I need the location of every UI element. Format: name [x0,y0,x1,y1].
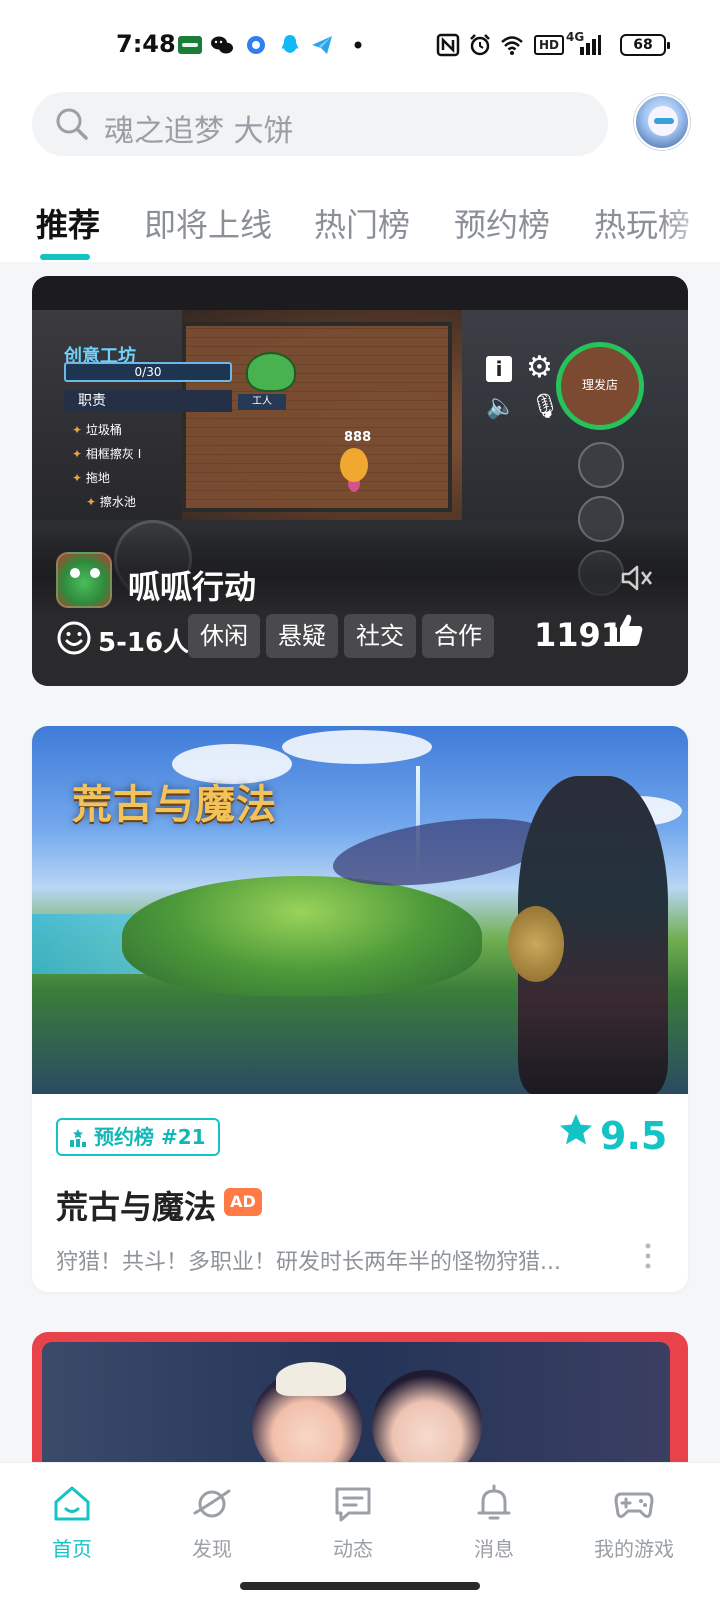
rank-badge[interactable]: 预约榜 #21 [56,1118,220,1156]
ad-game-card[interactable]: 荒古与魔法 预约榜 #21 9.5 荒古与魔法 AD 狩猎！共斗！多职业！研发时… [32,726,688,1292]
bottom-nav: 首页 发现 动态 消息 我的游戏 [0,1462,720,1600]
more-options-icon[interactable] [642,1242,654,1270]
qq-icon [282,35,298,53]
game-banner: 荒古与魔法 [32,726,688,1094]
home-indicator[interactable] [240,1582,480,1590]
tab-recommended[interactable]: 推荐 [36,200,100,246]
send-icon [312,36,332,54]
tab-reservation-chart[interactable]: 预约榜 [454,200,550,246]
nav-discover[interactable]: 发现 [162,1483,262,1562]
rank-badge-label: 预约榜 #21 [94,1125,206,1149]
bell-icon [477,1484,511,1520]
tabs-fade [660,200,720,260]
game-title: 荒古与魔法 [56,1188,217,1226]
game-icon [56,552,112,608]
dot-icon [354,41,362,49]
nav-label: 我的游戏 [594,1537,674,1561]
ranking-icon [70,1129,86,1147]
info-icon: i [486,356,512,382]
banner-logo: 荒古与魔法 [72,781,277,828]
nav-label: 首页 [52,1537,92,1561]
ad-badge: AD [224,1188,262,1216]
game-banner [42,1342,670,1462]
wifi-icon [501,36,523,55]
star-icon [560,1114,592,1145]
home-icon [54,1486,90,1521]
nav-messages[interactable]: 消息 [444,1483,544,1562]
hud-task: 垃圾桶 [72,418,141,442]
nav-feed[interactable]: 动态 [303,1483,403,1562]
npc-label: 工人 [238,394,286,410]
header: 魂之追梦 大饼 推荐 即将上线 热门榜 预约榜 热玩榜 [0,92,720,262]
hud-task: 相框擦灰 I [72,442,141,466]
nav-home[interactable]: 首页 [22,1483,122,1562]
game-card-partial[interactable] [32,1332,688,1462]
smiley-icon [57,621,91,655]
frog-character [246,352,296,392]
hud-task: 拖地 [72,466,141,490]
tag-chip[interactable]: 社交 [344,614,416,658]
player-count: 5-16人 [98,628,190,658]
action-button [578,442,624,488]
signal-icon [580,35,601,55]
hd-icon: HD [534,35,565,55]
gear-icon: ⚙ [526,350,553,385]
planet-icon [193,1489,231,1518]
player-score: 888 [344,430,372,445]
tag-chip[interactable]: 休闲 [188,614,260,658]
battery-indicator: 68 [620,34,670,56]
cloud [282,730,432,764]
microphone-icon: 🎙 [530,392,561,420]
rating-value: 9.5 [600,1114,668,1158]
duck-character [340,448,368,482]
search-input[interactable]: 魂之追梦 大饼 [104,106,294,150]
hud-progress: 0/30 [64,362,232,382]
nav-label: 消息 [474,1537,514,1561]
search-bar[interactable]: 魂之追梦 大饼 [32,92,608,156]
game-title: 呱呱行动 [128,568,257,606]
tag-chip[interactable]: 合作 [422,614,494,658]
status-time: 7:48 [116,30,176,58]
speaker-icon: 🔈 [486,392,516,420]
wechat-icon [211,36,233,54]
nav-label: 发现 [192,1537,232,1561]
scene-floor [182,322,452,512]
mute-icon[interactable] [618,560,654,596]
game-description: 狩猎！共斗！多职业！研发时长两年半的怪物狩猎... [56,1250,561,1275]
character-hat [276,1362,346,1396]
message-icon [335,1487,371,1522]
oppo-app-icon [178,36,202,54]
tab-upcoming[interactable]: 即将上线 [144,200,272,246]
app-screen: 7:48 HD 4G 68 魂之追梦 大饼 推荐 即将上线 热门榜 预约榜 热玩… [0,0,720,1600]
tag-chip[interactable]: 悬疑 [266,614,338,658]
gamepad-icon [614,1492,654,1518]
hud-task: 擦水池 [72,490,141,514]
nav-label: 动态 [333,1537,373,1561]
character-artwork [372,1370,482,1462]
category-tabs: 推荐 即将上线 热门榜 预约榜 热玩榜 [0,200,720,262]
browser-icon [247,36,265,54]
status-bar: 7:48 HD 4G 68 [0,0,720,92]
floating-island [122,876,482,996]
shop-button: 理发店 [556,342,644,430]
hud-role: 职责 [64,390,232,412]
tab-hot-chart[interactable]: 热门榜 [314,200,410,246]
search-icon [56,108,88,140]
active-tab-indicator [40,254,90,260]
shield [508,906,564,982]
alarm-icon [470,34,490,56]
thumbs-up-icon[interactable] [606,610,646,650]
hud-task-list: 垃圾桶 相框擦灰 I 拖地 擦水池 [72,418,141,514]
nfc-icon [436,33,460,57]
featured-game-card[interactable]: 创意工坊 0/30 职责 垃圾桶 相框擦灰 I 拖地 擦水池 工人 888 i … [32,276,688,686]
avatar[interactable] [634,94,690,150]
nav-my-games[interactable]: 我的游戏 [584,1483,684,1562]
